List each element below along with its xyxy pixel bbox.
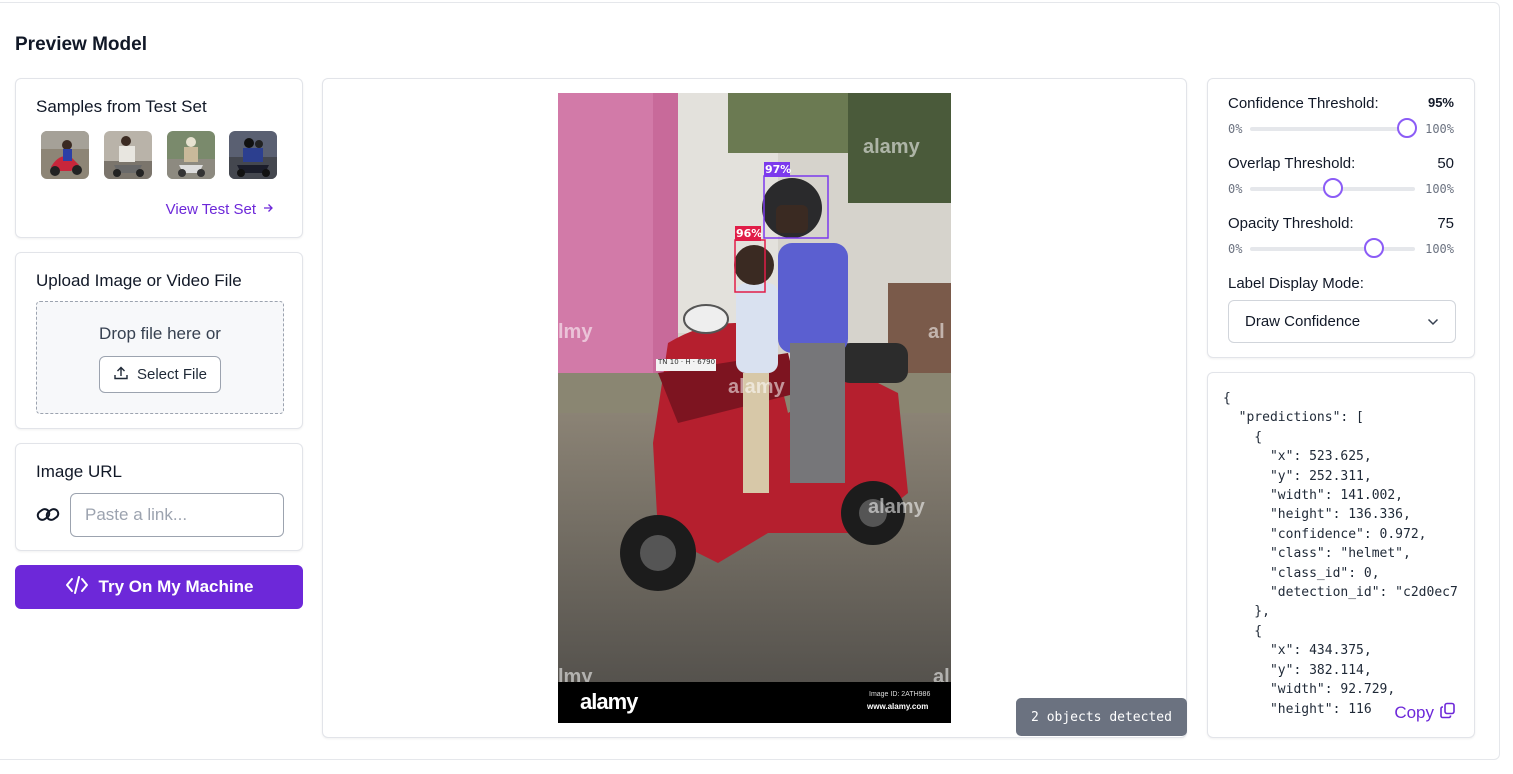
chevron-down-icon xyxy=(1427,313,1439,330)
json-line: "height": 136.336, xyxy=(1223,507,1411,523)
try-on-my-machine-button[interactable]: Try On My Machine xyxy=(15,565,303,609)
overlap-slider[interactable] xyxy=(1250,178,1416,198)
samples-title: Samples from Test Set xyxy=(36,97,207,116)
slider-min-label: 0% xyxy=(1228,122,1243,136)
opacity-slider-handle[interactable] xyxy=(1363,238,1384,258)
label-display-mode-value: Draw Confidence xyxy=(1245,313,1361,330)
opacity-threshold-label: Opacity Threshold: xyxy=(1228,215,1354,232)
json-output-card: { "predictions": [ { "x": 523.625, "y": … xyxy=(1207,372,1475,738)
label-display-mode-label: Label Display Mode: xyxy=(1228,275,1364,292)
overlap-threshold-row: Overlap Threshold: 50 xyxy=(1228,155,1454,172)
preview-card: lmy alamy alamy al alamy lmy al 97% 96% xyxy=(322,78,1187,738)
samples-card: Samples from Test Set View Test Set xyxy=(15,78,303,238)
preview-image: lmy alamy alamy al alamy lmy al 97% 96% xyxy=(558,93,951,723)
image-url-title: Image URL xyxy=(36,462,122,481)
opacity-threshold-row: Opacity Threshold: 75 xyxy=(1228,215,1454,232)
json-line: { xyxy=(1223,623,1263,639)
json-line: }, xyxy=(1223,604,1270,620)
image-url-input[interactable] xyxy=(70,493,284,537)
json-line: { xyxy=(1223,391,1231,406)
file-dropzone[interactable]: Drop file here or Select File xyxy=(36,301,284,414)
confidence-slider-row: 0% 100% xyxy=(1228,118,1454,139)
svg-text:alamy: alamy xyxy=(728,376,786,398)
sample-thumbnail[interactable] xyxy=(104,131,152,179)
overlap-threshold-value: 50 xyxy=(1437,155,1454,172)
json-line: "x": 523.625, xyxy=(1223,449,1372,465)
label-display-mode-select[interactable]: Draw Confidence xyxy=(1228,300,1456,343)
json-line: "y": 252.311, xyxy=(1223,468,1372,484)
license-plate: TN 10 · H · 6790 xyxy=(658,358,716,366)
json-line: "detection_id": "c2d0ec7 xyxy=(1223,585,1458,601)
try-button-label: Try On My Machine xyxy=(98,577,254,596)
confidence-threshold-label: Confidence Threshold: xyxy=(1228,95,1379,112)
objects-detected-badge: 2 objects detected xyxy=(1016,698,1187,736)
drop-text: Drop file here or xyxy=(99,324,221,343)
confidence-slider-handle[interactable] xyxy=(1396,118,1417,138)
slider-max-label: 100% xyxy=(1425,182,1454,196)
json-line: "predictions": [ xyxy=(1223,410,1364,426)
link-icon xyxy=(36,504,60,531)
upload-card: Upload Image or Video File Drop file her… xyxy=(15,252,303,429)
slider-min-label: 0% xyxy=(1228,182,1243,196)
slider-min-label: 0% xyxy=(1228,242,1243,256)
slider-max-label: 100% xyxy=(1425,242,1454,256)
svg-text:al: al xyxy=(928,321,945,343)
watermark-logo: alamy xyxy=(580,689,638,714)
select-file-label: Select File xyxy=(136,366,208,383)
detection-label-helmet: 97% xyxy=(765,163,792,176)
confidence-threshold-value: 95% xyxy=(1427,95,1454,110)
copy-button[interactable]: Copy xyxy=(1388,702,1456,724)
json-line: { xyxy=(1223,429,1263,445)
svg-text:alamy: alamy xyxy=(863,136,921,158)
code-icon xyxy=(65,575,89,600)
json-line: "class_id": 0, xyxy=(1223,565,1380,581)
json-line: "y": 382.114, xyxy=(1223,662,1372,678)
slider-max-label: 100% xyxy=(1425,122,1454,136)
svg-text:lmy: lmy xyxy=(558,321,593,343)
overlap-slider-handle[interactable] xyxy=(1322,178,1343,198)
opacity-threshold-value: 75 xyxy=(1437,215,1454,232)
json-line: "confidence": 0.972, xyxy=(1223,526,1427,542)
json-output: { "predictions": [ { "x": 523.625, "y": … xyxy=(1223,389,1463,719)
preview-model-panel: Preview Model Samples from Test Set View… xyxy=(0,2,1500,760)
select-file-button[interactable]: Select File xyxy=(99,356,221,393)
confidence-slider[interactable] xyxy=(1250,118,1417,138)
detection-label-helmet-2: 96% xyxy=(736,227,763,240)
image-id-text: Image ID: 2ATH986 xyxy=(869,691,931,698)
confidence-threshold-row: Confidence Threshold: 95% xyxy=(1228,95,1454,112)
page-title: Preview Model xyxy=(15,34,147,55)
image-url-card: Image URL xyxy=(15,443,303,551)
json-line: "class": "helmet", xyxy=(1223,546,1411,562)
json-line: "width": 141.002, xyxy=(1223,488,1404,504)
opacity-slider[interactable] xyxy=(1250,238,1416,258)
site-text: www.alamy.com xyxy=(867,702,929,711)
arrow-right-icon xyxy=(262,201,274,218)
sample-thumbnail[interactable] xyxy=(167,131,215,179)
threshold-controls-card: Confidence Threshold: 95% 0% 100% Overla… xyxy=(1207,78,1475,358)
json-line: "x": 434.375, xyxy=(1223,643,1372,659)
opacity-slider-row: 0% 100% xyxy=(1228,238,1454,259)
svg-text:alamy: alamy xyxy=(868,496,926,518)
overlap-threshold-label: Overlap Threshold: xyxy=(1228,155,1356,172)
json-line: "width": 92.729, xyxy=(1223,682,1396,698)
sample-thumbnail[interactable] xyxy=(41,131,89,179)
copy-label: Copy xyxy=(1394,703,1434,722)
upload-icon xyxy=(113,365,129,385)
view-test-set-label: View Test Set xyxy=(165,201,256,218)
upload-title: Upload Image or Video File xyxy=(36,271,242,290)
sample-thumbnail[interactable] xyxy=(229,131,277,179)
view-test-set-link[interactable]: View Test Set xyxy=(166,201,274,218)
overlap-slider-row: 0% 100% xyxy=(1228,178,1454,199)
copy-icon xyxy=(1440,702,1456,724)
